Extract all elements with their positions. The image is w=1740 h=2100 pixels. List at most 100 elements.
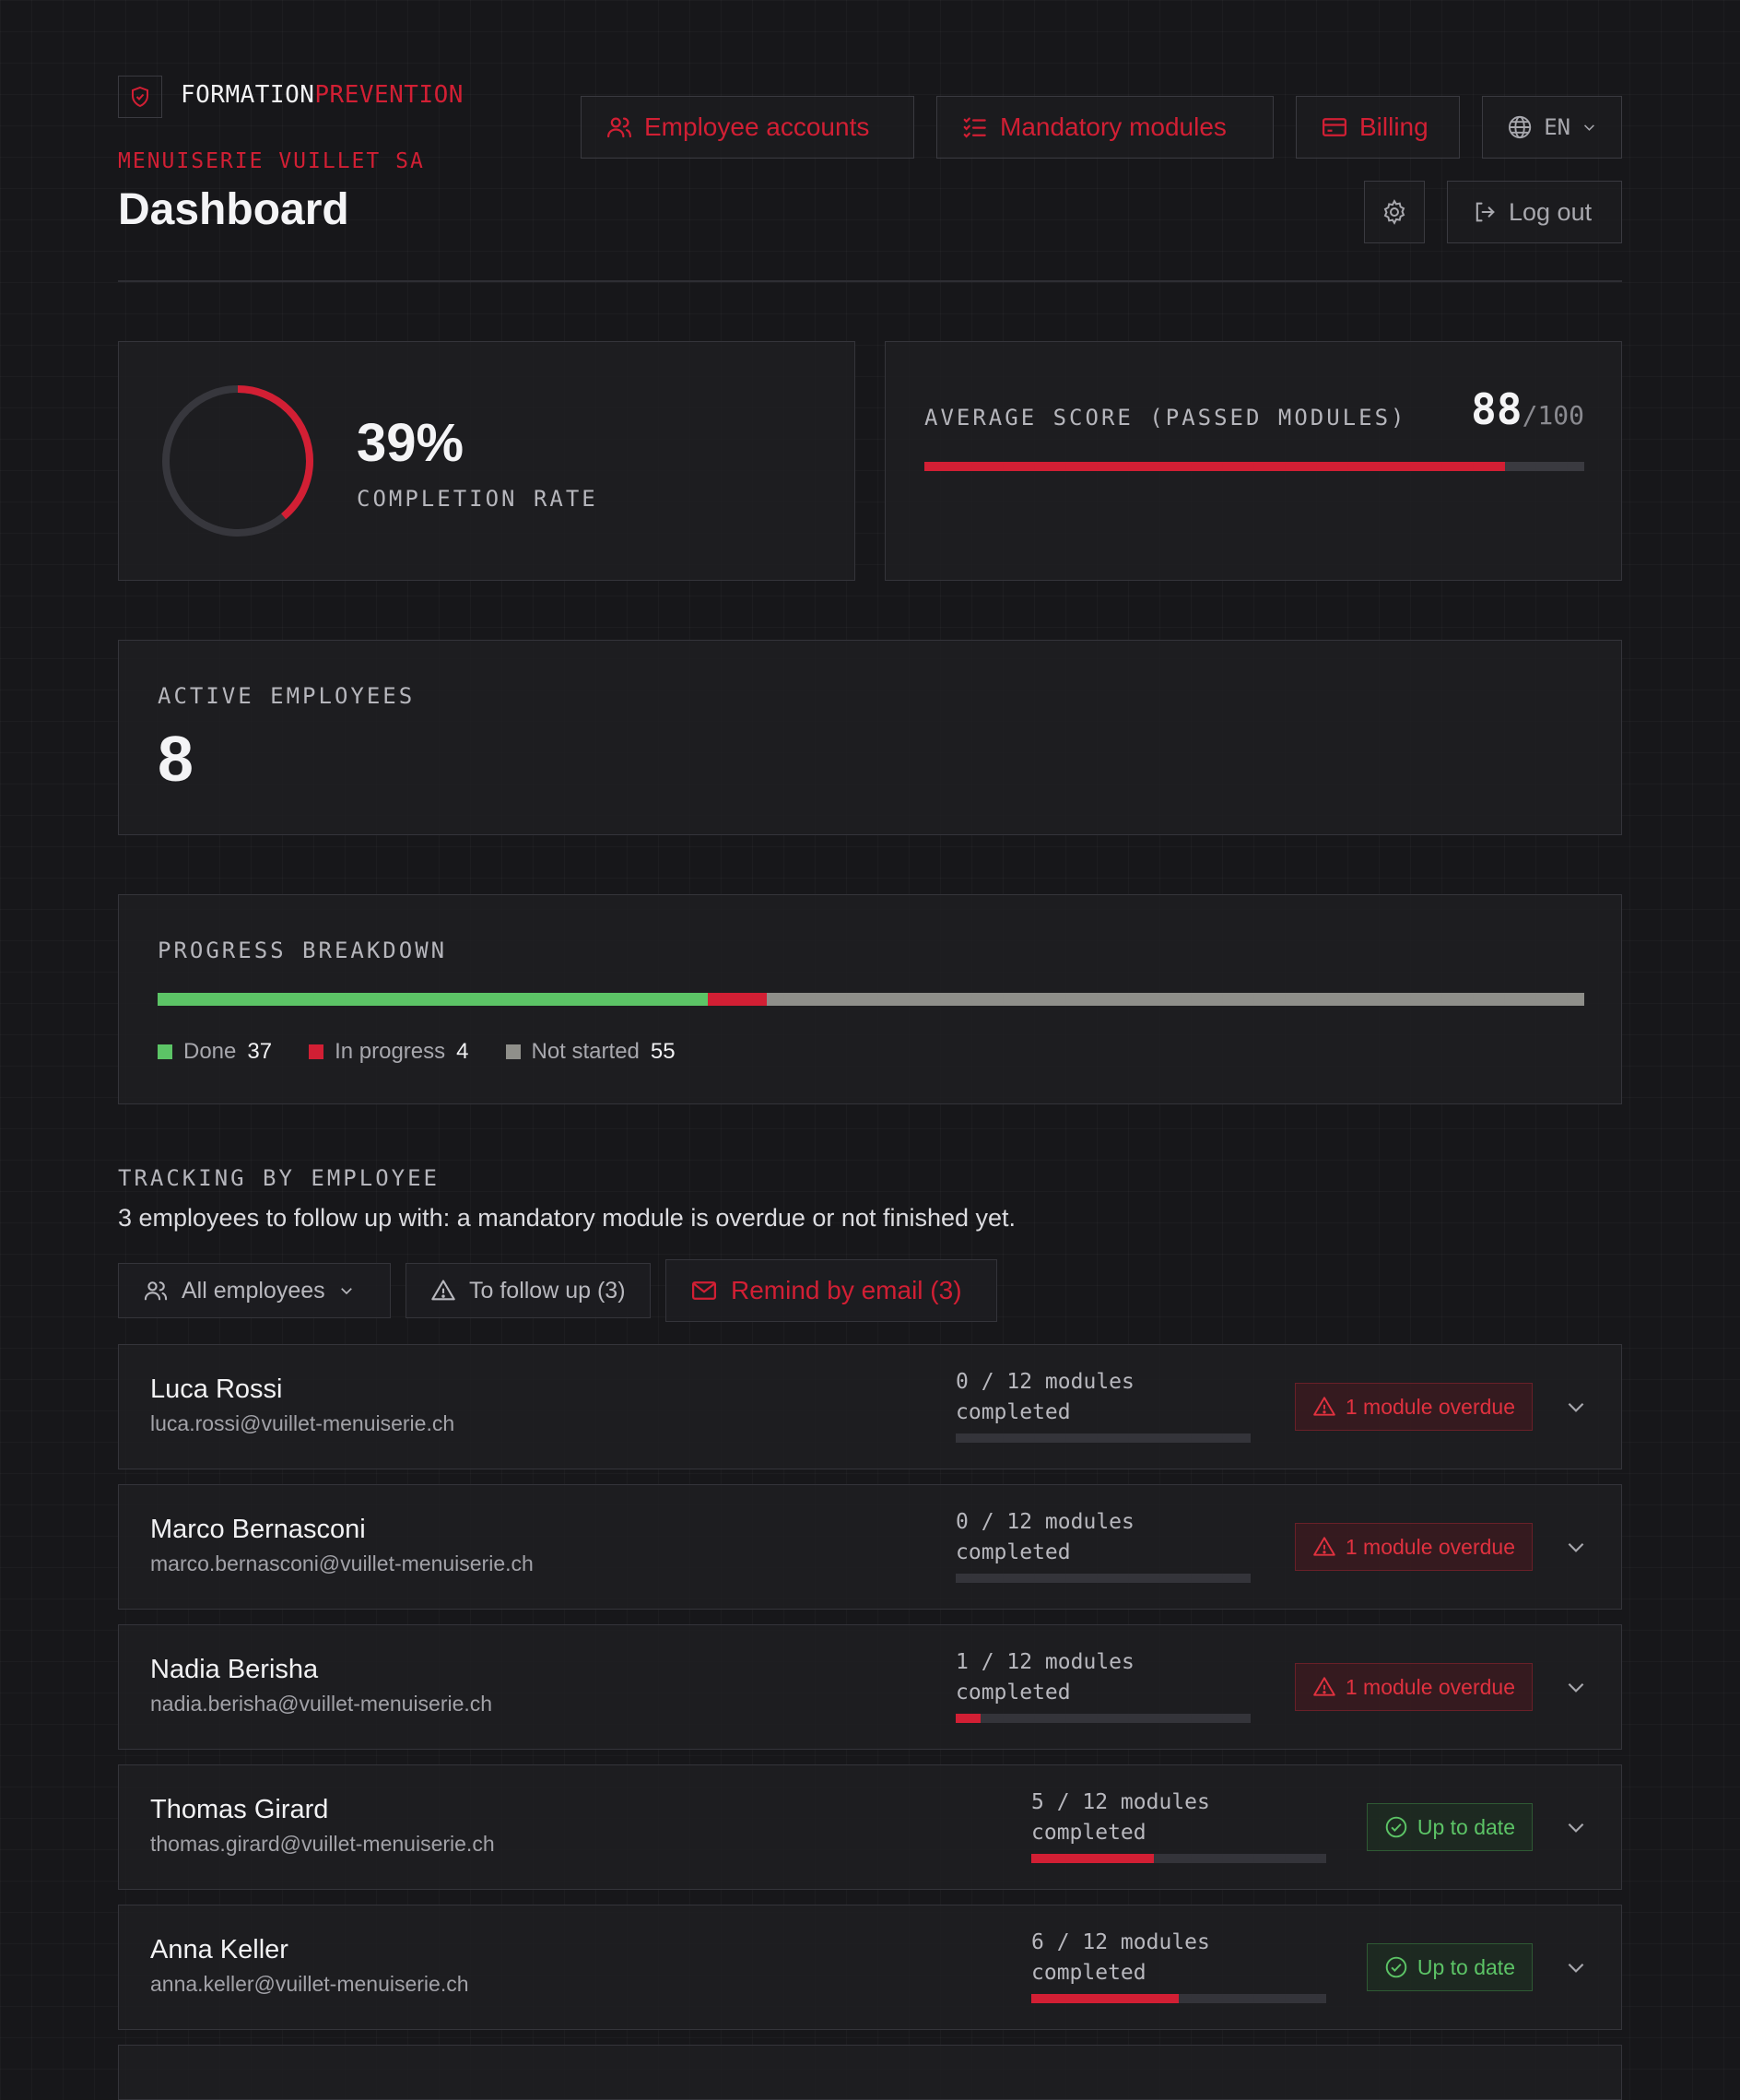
legend-done-count: 37: [247, 1039, 273, 1064]
employee-progress-text: 0 / 12 modules completed: [956, 1370, 1135, 1424]
warning-icon: [1313, 1397, 1335, 1416]
employee-progress-bar-fill: [956, 1714, 981, 1723]
employee-progress-bar: [956, 1433, 1251, 1443]
completion-rate-label: COMPLETION RATE: [357, 486, 598, 512]
legend-in-progress-count: 4: [456, 1039, 469, 1064]
brand-name-part1: FORMATION: [181, 81, 315, 109]
employee-progress-text: 1 / 12 modules completed: [956, 1650, 1135, 1705]
progress-segment-not-started: [767, 993, 1584, 1006]
employee-progress-bar: [956, 1574, 1251, 1583]
check-circle-icon: [1385, 1816, 1407, 1838]
legend-in-progress-label: In progress: [335, 1039, 446, 1064]
legend-done-label: Done: [183, 1039, 237, 1064]
tracking-section-label: TRACKING BY EMPLOYEE: [118, 1165, 440, 1191]
employee-name: Thomas Girard: [150, 1795, 329, 1824]
completion-rate-value: 39%: [357, 413, 464, 473]
users-icon: [607, 117, 631, 138]
chevron-down-icon[interactable]: [1564, 1815, 1588, 1839]
average-score-display: 88 /100: [1471, 384, 1584, 434]
average-score-value: 88: [1471, 384, 1522, 434]
tracking-summary: 3 employees to follow up with: a mandato…: [118, 1204, 1017, 1232]
status-badge-label: 1 module overdue: [1345, 1674, 1515, 1699]
active-employees-label: ACTIVE EMPLOYEES: [158, 683, 416, 709]
status-badge: 1 module overdue: [1294, 1523, 1533, 1571]
progress-legend: Done 37 In progress 4 Not started 55: [158, 1039, 676, 1065]
billing-button[interactable]: Billing: [1296, 96, 1460, 159]
employee-progress-bar: [1031, 1854, 1326, 1863]
chevron-down-icon[interactable]: [1564, 1395, 1588, 1419]
progress-breakdown-card: PROGRESS BREAKDOWN Done 37 In progress 4…: [118, 894, 1622, 1104]
average-score-bar: [924, 462, 1584, 471]
brand-name-part2: PREVENTION: [314, 81, 464, 109]
warning-icon: [431, 1280, 455, 1301]
header-divider: [118, 280, 1622, 282]
checklist-icon: [963, 117, 986, 138]
warning-icon: [1313, 1677, 1335, 1696]
remind-by-email-button[interactable]: Remind by email (3): [665, 1259, 997, 1322]
employee-name: Luca Rossi: [150, 1374, 283, 1404]
status-badge-label: 1 module overdue: [1345, 1534, 1515, 1559]
billing-label: Billing: [1359, 112, 1428, 141]
average-score-card: AVERAGE SCORE (PASSED MODULES) 88 /100: [885, 341, 1622, 581]
employee-row[interactable]: Nadia Berisha nadia.berisha@vuillet-menu…: [118, 1624, 1622, 1750]
language-label: EN: [1544, 114, 1571, 140]
logout-button[interactable]: Log out: [1447, 181, 1622, 243]
employee-name: Anna Keller: [150, 1935, 288, 1964]
employee-row[interactable]: Thomas Girard thomas.girard@vuillet-menu…: [118, 1764, 1622, 1890]
status-badge: Up to date: [1366, 1803, 1533, 1851]
logout-icon: [1475, 202, 1495, 222]
employee-email: luca.rossi@vuillet-menuiserie.ch: [150, 1411, 455, 1435]
users-icon: [144, 1281, 168, 1301]
status-badge: 1 module overdue: [1294, 1663, 1533, 1711]
settings-button[interactable]: [1364, 181, 1425, 243]
chevron-down-icon[interactable]: [1564, 1675, 1588, 1699]
employee-email: anna.keller@vuillet-menuiserie.ch: [150, 1972, 469, 1996]
mail-icon: [692, 1281, 716, 1300]
employee-accounts-button[interactable]: Employee accounts: [581, 96, 914, 159]
credit-card-icon: [1323, 118, 1346, 136]
globe-icon: [1508, 115, 1532, 139]
legend-not-started: Not started 55: [505, 1039, 676, 1065]
employee-progress-text: 5 / 12 modules completed: [1031, 1790, 1210, 1845]
employee-filter-dropdown[interactable]: All employees: [118, 1263, 391, 1318]
legend-not-started-count: 55: [650, 1039, 676, 1064]
employee-row[interactable]: [118, 2045, 1622, 2100]
employee-filter-label: All employees: [182, 1277, 325, 1304]
chevron-down-icon: [1584, 124, 1595, 131]
active-employees-card: ACTIVE EMPLOYEES 8: [118, 640, 1622, 835]
legend-not-started-swatch: [505, 1044, 521, 1059]
progress-breakdown-label: PROGRESS BREAKDOWN: [158, 938, 448, 963]
status-badge-label: 1 module overdue: [1345, 1394, 1515, 1419]
employee-progress-text: 0 / 12 modules completed: [956, 1510, 1135, 1564]
chevron-down-icon[interactable]: [1564, 1535, 1588, 1559]
status-badge: 1 module overdue: [1294, 1383, 1533, 1431]
average-score-max: /100: [1522, 400, 1584, 431]
employee-row[interactable]: Anna Keller anna.keller@vuillet-menuiser…: [118, 1905, 1622, 2030]
employee-progress-bar-fill: [1031, 1994, 1179, 2003]
employee-email: marco.bernasconi@vuillet-menuiserie.ch: [150, 1551, 534, 1575]
employee-row[interactable]: Marco Bernasconi marco.bernasconi@vuille…: [118, 1484, 1622, 1610]
follow-up-filter-label: To follow up (3): [469, 1277, 626, 1304]
employee-row[interactable]: Luca Rossi luca.rossi@vuillet-menuiserie…: [118, 1344, 1622, 1469]
mandatory-modules-label: Mandatory modules: [1000, 112, 1227, 141]
employee-progress-bar: [956, 1714, 1251, 1723]
progress-segment-done: [158, 993, 708, 1006]
employee-name: Marco Bernasconi: [150, 1515, 366, 1544]
status-badge-label: Up to date: [1417, 1954, 1515, 1979]
legend-in-progress: In progress 4: [309, 1039, 469, 1065]
employee-progress-bar: [1031, 1994, 1326, 2003]
employee-progress-bar-fill: [1031, 1854, 1155, 1863]
legend-done: Done 37: [158, 1039, 272, 1065]
follow-up-filter-button[interactable]: To follow up (3): [406, 1263, 651, 1318]
average-score-label: AVERAGE SCORE (PASSED MODULES): [924, 405, 1407, 431]
warning-icon: [1313, 1537, 1335, 1556]
gear-icon: [1383, 199, 1405, 225]
progress-breakdown-bar: [158, 993, 1584, 1006]
language-selector[interactable]: EN: [1482, 96, 1622, 159]
chevron-down-icon: [340, 1288, 352, 1295]
average-score-bar-fill: [924, 462, 1506, 471]
employee-email: thomas.girard@vuillet-menuiserie.ch: [150, 1832, 495, 1856]
chevron-down-icon[interactable]: [1564, 1955, 1588, 1979]
brand-logo: [118, 76, 162, 118]
mandatory-modules-button[interactable]: Mandatory modules: [936, 96, 1274, 159]
